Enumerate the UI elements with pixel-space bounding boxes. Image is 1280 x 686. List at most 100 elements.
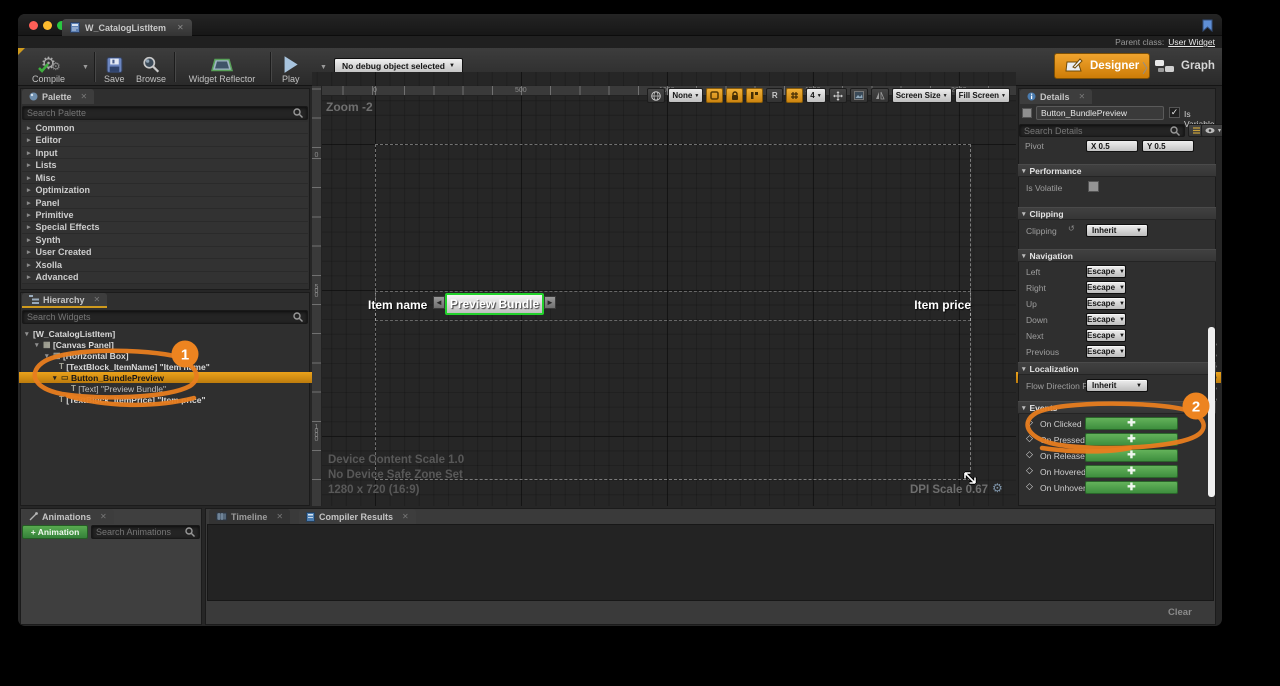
palette-category-xsolla[interactable]: ▸Xsolla	[22, 259, 308, 271]
preview-background-button[interactable]	[850, 88, 868, 103]
slot-nav-right-handle[interactable]: ►	[544, 296, 556, 309]
palette-category-advanced[interactable]: ▸Advanced	[22, 272, 308, 284]
details-scrollbar[interactable]	[1208, 327, 1215, 497]
flow-direction-dropdown[interactable]: Inherit▼	[1086, 379, 1148, 392]
details-search-input[interactable]	[1024, 126, 1170, 136]
widget-reflector-button[interactable]: Widget Reflector	[182, 50, 262, 84]
nav-right-dropdown[interactable]: Escape▼	[1086, 281, 1126, 294]
grid-snap-size-dropdown[interactable]: 4▼	[806, 88, 825, 103]
clear-button[interactable]: Clear	[1168, 607, 1192, 618]
add-on-hovered-event-button[interactable]: ✚	[1085, 465, 1178, 478]
is-volatile-checkbox[interactable]	[1088, 181, 1099, 192]
designer-canvas[interactable]: 0 500 1000 1500 2000 0 500 1000 Zoom -2 …	[312, 72, 1016, 506]
section-performance[interactable]: ▾Performance	[1018, 164, 1216, 177]
palette-category-editor[interactable]: ▸Editor	[22, 134, 308, 146]
respect-locks-toggle[interactable]: R	[766, 88, 783, 103]
nav-up-dropdown[interactable]: Escape▼	[1086, 297, 1126, 310]
reset-to-default-icon[interactable]: ↺	[1068, 224, 1075, 233]
palette-tab-close-icon[interactable]: ✕	[81, 92, 88, 101]
parent-class-link[interactable]: User Widget	[1168, 37, 1215, 47]
pivot-y-field[interactable]: Y 0.5	[1142, 140, 1194, 152]
palette-category-misc[interactable]: ▸Misc	[22, 172, 308, 184]
search-icon	[293, 108, 303, 118]
asset-tab[interactable]: W_CatalogListItem ✕	[62, 19, 192, 36]
canvas-item-price-text[interactable]: Item price	[871, 298, 971, 312]
tab-compiler-results[interactable]: Compiler Results ✕	[299, 509, 416, 524]
is-variable-checkbox[interactable]: ✓	[1169, 107, 1180, 118]
nav-left-dropdown[interactable]: Escape▼	[1086, 265, 1126, 278]
compile-options-caret-icon[interactable]: ▼	[82, 64, 89, 71]
graph-mode-button[interactable]: Graph	[1154, 53, 1215, 79]
localization-preview-button[interactable]	[647, 88, 665, 103]
asset-tab-close-icon[interactable]: ✕	[177, 23, 184, 32]
preview-bundle-label: Preview Bundle	[450, 297, 539, 311]
browse-button[interactable]: Browse	[136, 50, 166, 84]
pivot-x-field[interactable]: X 0.5	[1086, 140, 1138, 152]
animations-search-input[interactable]	[96, 527, 185, 537]
add-animation-button[interactable]: + Animation	[22, 525, 88, 539]
slot-nav-left-handle[interactable]: ◄	[433, 296, 445, 309]
clipping-dropdown[interactable]: Inherit▼	[1086, 224, 1148, 237]
palette-category-synth[interactable]: ▸Synth	[22, 234, 308, 246]
animations-search[interactable]	[91, 525, 200, 539]
tab-hierarchy[interactable]: Hierarchy ✕	[22, 293, 107, 308]
hierarchy-search[interactable]	[22, 310, 308, 324]
details-tab-close-icon[interactable]: ✕	[1079, 92, 1086, 101]
minimize-window-button[interactable]	[43, 21, 52, 30]
palette-category-input[interactable]: ▸Input	[22, 147, 308, 159]
tab-timeline[interactable]: Timeline ✕	[209, 509, 290, 524]
palette-search-input[interactable]	[27, 108, 293, 118]
section-clipping[interactable]: ▾Clipping	[1018, 207, 1216, 220]
palette-category-optimization[interactable]: ▸Optimization	[22, 184, 308, 196]
palette-category-user-created[interactable]: ▸User Created	[22, 247, 308, 259]
canvas-item-name-text[interactable]: Item name	[368, 298, 427, 312]
save-button[interactable]: Save	[104, 50, 125, 84]
nav-previous-dropdown[interactable]: Escape▼	[1086, 345, 1126, 358]
search-icon	[1170, 126, 1180, 136]
compiler-tab-close-icon[interactable]: ✕	[402, 512, 409, 521]
add-on-released-event-button[interactable]: ✚	[1085, 449, 1178, 462]
mirror-icon	[875, 91, 885, 100]
fill-screen-dropdown[interactable]: Fill Screen▼	[955, 88, 1010, 103]
palette-search[interactable]	[22, 106, 308, 120]
lock-widgets-button[interactable]	[726, 88, 743, 103]
palette-category-common[interactable]: ▸Common	[22, 122, 308, 134]
nav-down-dropdown[interactable]: Escape▼	[1086, 313, 1126, 326]
tab-palette[interactable]: Palette ✕	[22, 89, 94, 104]
add-on-clicked-event-button[interactable]: ✚	[1085, 417, 1178, 430]
nav-next-dropdown[interactable]: Escape▼	[1086, 329, 1126, 342]
transform-mode-button[interactable]	[829, 88, 847, 103]
palette-category-panel[interactable]: ▸Panel	[22, 197, 308, 209]
snap-alignment-button[interactable]	[746, 88, 763, 103]
tab-details[interactable]: Details ✕	[1020, 89, 1092, 104]
palette-category-primitive[interactable]: ▸Primitive	[22, 209, 308, 221]
add-on-unhovered-event-button[interactable]: ✚	[1085, 481, 1178, 494]
play-options-caret-icon[interactable]: ▼	[320, 64, 327, 71]
compile-button[interactable]: ⚙ ⚙ Compile	[32, 50, 65, 84]
screen-size-dropdown[interactable]: Screen Size▼	[892, 88, 952, 103]
tab-animations[interactable]: Animations ✕	[22, 509, 114, 524]
hierarchy-search-input[interactable]	[27, 312, 293, 322]
timeline-tab-close-icon[interactable]: ✕	[276, 512, 283, 521]
palette-category-lists[interactable]: ▸Lists	[22, 159, 308, 171]
close-window-button[interactable]	[29, 21, 38, 30]
localization-culture-dropdown[interactable]: None▼	[668, 88, 703, 103]
palette-category-special-effects[interactable]: ▸Special Effects	[22, 222, 308, 234]
flip-preview-button[interactable]	[871, 88, 889, 103]
grid-snap-toggle[interactable]	[786, 88, 803, 103]
details-search[interactable]	[1019, 124, 1185, 137]
section-events[interactable]: ▾Events	[1018, 401, 1216, 414]
hierarchy-tab-close-icon[interactable]: ✕	[94, 295, 101, 304]
add-on-pressed-event-button[interactable]: ✚	[1085, 433, 1178, 446]
animations-tab-close-icon[interactable]: ✕	[100, 512, 107, 521]
section-navigation[interactable]: ▾Navigation	[1018, 249, 1216, 262]
dpi-settings-gear-icon[interactable]: ⚙	[992, 481, 1003, 495]
designer-mode-button[interactable]: Designer	[1054, 53, 1150, 79]
details-visibility-filter-button[interactable]: ▼	[1201, 124, 1222, 137]
canvas-preview-bundle-button[interactable]: Preview Bundle	[445, 293, 544, 315]
section-localization[interactable]: ▾Localization	[1018, 362, 1216, 375]
outline-toggle-button[interactable]	[706, 88, 723, 103]
play-button[interactable]: Play	[282, 50, 300, 84]
widget-name-input[interactable]	[1036, 106, 1164, 120]
device-content-scale-text: Device Content Scale 1.0	[328, 454, 464, 466]
